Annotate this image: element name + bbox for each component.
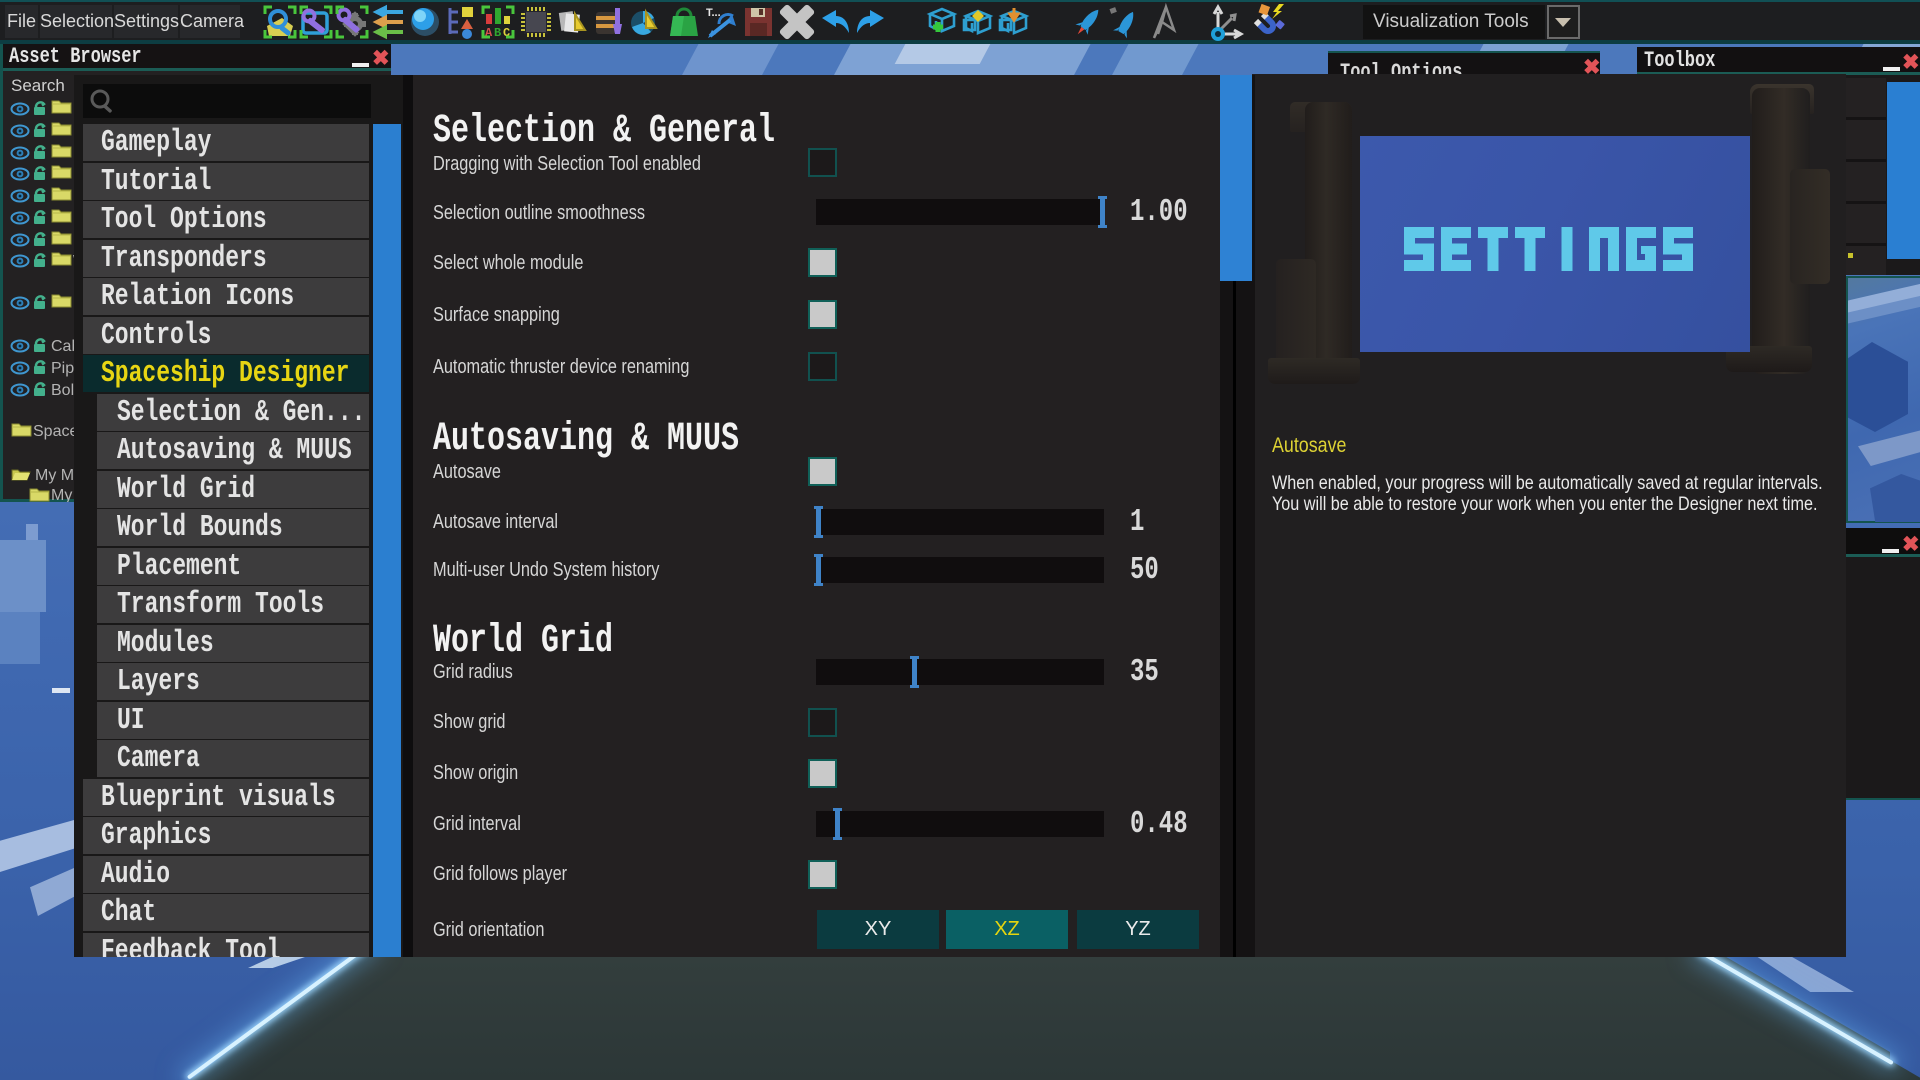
svg-text:B: B <box>494 26 501 40</box>
svg-text:T...: T... <box>706 7 721 19</box>
